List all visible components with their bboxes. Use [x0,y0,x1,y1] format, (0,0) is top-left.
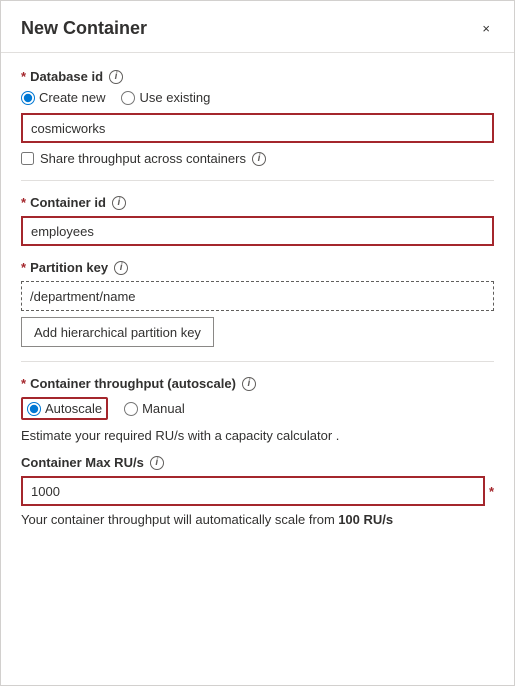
share-throughput-info-icon[interactable]: i [252,152,266,166]
max-rus-input[interactable] [21,476,485,506]
throughput-radio-group: Autoscale Manual [21,397,494,420]
container-id-info-icon[interactable]: i [112,196,126,210]
container-id-label: * Container id i [21,195,494,210]
database-id-section: * Database id i Create new Use existing [21,69,494,166]
divider-1 [21,180,494,181]
modal-body: * Database id i Create new Use existing [1,53,514,561]
partition-key-text: Partition key [30,260,108,275]
new-container-modal: New Container × * Database id i Create n… [0,0,515,686]
use-existing-label: Use existing [139,90,210,105]
autoscale-radio-label[interactable]: Autoscale [21,397,108,420]
modal-header: New Container × [1,1,514,53]
create-new-label: Create new [39,90,105,105]
scale-info-bold: 100 RU/s [338,512,393,527]
database-id-radio-group: Create new Use existing [21,90,494,105]
container-id-section: * Container id i [21,195,494,246]
partition-key-label: * Partition key i [21,260,494,275]
close-button[interactable]: × [478,17,494,40]
throughput-required: * [21,376,26,391]
partition-key-input[interactable] [21,281,494,311]
max-rus-input-row: * [21,476,494,506]
capacity-calculator-link[interactable]: capacity calculator [225,428,336,443]
database-id-input[interactable] [21,113,494,143]
manual-radio-label[interactable]: Manual [124,401,185,416]
database-id-label: * Database id i [21,69,494,84]
share-throughput-row: Share throughput across containers i [21,151,494,166]
container-id-text: Container id [30,195,106,210]
create-new-radio-label[interactable]: Create new [21,90,105,105]
divider-2 [21,361,494,362]
container-id-required: * [21,195,26,210]
max-rus-label: Container Max RU/s i [21,455,494,470]
database-id-required: * [21,69,26,84]
autoscale-radio[interactable] [27,402,41,416]
close-icon: × [482,21,490,36]
partition-key-required: * [21,260,26,275]
database-id-text: Database id [30,69,103,84]
manual-radio[interactable] [124,402,138,416]
share-throughput-checkbox[interactable] [21,152,34,165]
partition-key-section: * Partition key i Add hierarchical parti… [21,260,494,347]
manual-label: Manual [142,401,185,416]
use-existing-radio-label[interactable]: Use existing [121,90,210,105]
create-new-radio[interactable] [21,91,35,105]
container-id-input[interactable] [21,216,494,246]
estimate-text: Estimate your required RU/s with a capac… [21,428,494,443]
share-throughput-label[interactable]: Share throughput across containers i [40,151,266,166]
max-rus-info-icon[interactable]: i [150,456,164,470]
throughput-label: * Container throughput (autoscale) i [21,376,494,391]
modal-title: New Container [21,18,147,39]
database-id-info-icon[interactable]: i [109,70,123,84]
use-existing-radio[interactable] [121,91,135,105]
add-hierarchical-partition-key-button[interactable]: Add hierarchical partition key [21,317,214,347]
partition-key-info-icon[interactable]: i [114,261,128,275]
throughput-label-text: Container throughput (autoscale) [30,376,236,391]
autoscale-label: Autoscale [45,401,102,416]
max-rus-asterisk: * [489,484,494,499]
scale-info-text: Your container throughput will automatic… [21,512,494,527]
container-throughput-section: * Container throughput (autoscale) i Aut… [21,376,494,527]
throughput-info-icon[interactable]: i [242,377,256,391]
